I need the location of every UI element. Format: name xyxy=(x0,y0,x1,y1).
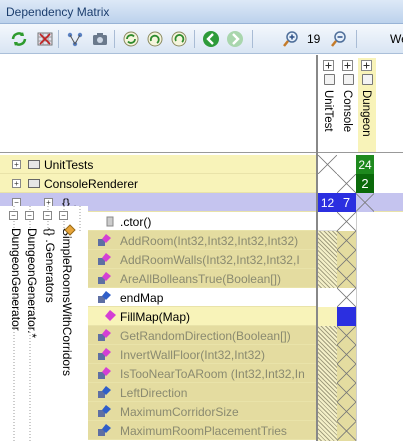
column-label: Console xyxy=(341,90,353,133)
matrix-cell-hatched xyxy=(318,326,337,441)
method-icon xyxy=(104,310,117,323)
back-icon[interactable] xyxy=(202,30,220,48)
method-icon xyxy=(98,329,111,342)
matrix-cell[interactable]: 24 xyxy=(356,155,374,174)
method-icon xyxy=(98,348,111,361)
title-bar: Dependency Matrix xyxy=(0,0,403,24)
matrix-cell-diagonal xyxy=(356,193,374,212)
zoom-out-icon[interactable] xyxy=(330,30,348,48)
zoom-in-icon[interactable] xyxy=(282,30,300,48)
method-icon xyxy=(98,367,111,380)
assembly-icon xyxy=(324,74,335,85)
column-label: Dungeon xyxy=(360,90,372,137)
field-icon xyxy=(98,424,111,437)
method-label: MaximumCorridorSize xyxy=(120,405,239,419)
matrix-cell-diagonal xyxy=(337,383,356,402)
constructor-icon xyxy=(104,215,117,228)
column-label: UnitTest xyxy=(322,90,334,132)
matrix-cell[interactable]: 12 xyxy=(318,193,337,212)
vertical-label: DungeonGenerator.* xyxy=(25,228,39,339)
matrix-cell-diagonal xyxy=(318,155,337,174)
undo-icon[interactable] xyxy=(170,30,188,48)
field-icon xyxy=(98,291,111,304)
method-label: FillMap(Map) xyxy=(120,310,191,324)
method-icon xyxy=(98,272,111,285)
tree-row-label: UnitTests xyxy=(44,158,94,172)
assembly-icon xyxy=(343,74,354,85)
method-label: LeftDirection xyxy=(120,386,188,400)
zoom-level: 19 xyxy=(307,32,321,46)
expand-icon[interactable]: + xyxy=(12,179,21,188)
expand-icon[interactable]: + xyxy=(12,160,21,169)
tree-row-unittests[interactable]: + UnitTests xyxy=(0,155,318,174)
method-label: .ctor() xyxy=(120,215,152,229)
matrix-cell-diagonal xyxy=(337,174,356,193)
grid-icon[interactable] xyxy=(36,30,54,48)
column-header-unittest[interactable]: UnitTest xyxy=(320,58,338,153)
graph-icon[interactable] xyxy=(66,30,84,48)
collapse-icon[interactable]: − xyxy=(59,211,68,220)
method-label: AreAllBolleansTrue(Boolean[]) xyxy=(120,272,281,286)
matrix-cell-diagonal xyxy=(337,269,356,288)
column-header-dungeon[interactable]: Dungeon xyxy=(358,58,376,153)
method-label: GetRandomDirection(Boolean[]) xyxy=(120,329,291,343)
method-label: AddRoom(Int32,Int32,Int32,Int32) xyxy=(120,234,299,248)
collapse-icon[interactable]: − xyxy=(25,211,34,220)
method-icon xyxy=(98,234,111,247)
vertical-label: {} .Generators xyxy=(43,228,57,303)
camera-icon[interactable] xyxy=(91,30,109,48)
matrix-cell-diagonal xyxy=(337,326,356,345)
method-label: IsTooNearToARoom (Int32,Int32,In xyxy=(120,367,305,381)
collapse-icon[interactable]: − xyxy=(43,211,52,220)
field-icon xyxy=(98,386,111,399)
field-icon xyxy=(98,405,111,418)
vertical-label: SimpleRoomsWithCorridors xyxy=(60,228,74,377)
vertical-label: DungeonGenerator xyxy=(9,228,23,331)
matrix-cell-dependency[interactable] xyxy=(337,307,356,326)
class-icon xyxy=(64,224,76,236)
collapse-icon[interactable]: − xyxy=(9,211,18,220)
method-label: AddRoomWalls(Int32,Int32,Int32,I xyxy=(120,253,300,267)
matrix-cell-diagonal xyxy=(337,345,356,364)
matrix-cell-hatched xyxy=(318,231,337,288)
matrix-cell[interactable]: 7 xyxy=(337,193,356,212)
column-header-console[interactable]: Console xyxy=(339,58,357,153)
toolbar-truncated-label[interactable]: We xyxy=(390,32,403,46)
matrix-cell-diagonal xyxy=(337,364,356,383)
hierarchy-strip: DungeonGenerator DungeonGenerator.* {} .… xyxy=(0,206,88,441)
matrix-cell-diagonal xyxy=(337,212,356,231)
method-icon xyxy=(98,253,111,266)
matrix-cell-diagonal xyxy=(337,421,356,441)
assembly-icon xyxy=(362,74,373,85)
assembly-icon xyxy=(28,179,40,188)
matrix-cell-diagonal xyxy=(337,250,356,269)
tree-row-label: ConsoleRenderer xyxy=(44,177,139,191)
method-label: InvertWallFloor(Int32,Int32) xyxy=(120,348,265,362)
forward-icon[interactable] xyxy=(226,30,244,48)
matrix-cell-diagonal xyxy=(337,231,356,250)
toolbar: 19 We xyxy=(0,24,403,54)
matrix-cell[interactable]: 2 xyxy=(356,174,374,193)
window-title: Dependency Matrix xyxy=(6,5,110,19)
matrix-cell-diagonal xyxy=(337,288,356,307)
method-label: endMap xyxy=(120,291,164,305)
refresh-icon[interactable] xyxy=(10,30,28,48)
assembly-icon xyxy=(28,160,40,169)
matrix-cell-diagonal xyxy=(337,402,356,421)
tree-row-consolerenderer[interactable]: + ConsoleRenderer xyxy=(0,174,318,193)
rotate-icon[interactable] xyxy=(146,30,164,48)
method-label: MaximumRoomPlacementTries xyxy=(120,424,287,438)
circle-refresh-icon[interactable] xyxy=(122,30,140,48)
